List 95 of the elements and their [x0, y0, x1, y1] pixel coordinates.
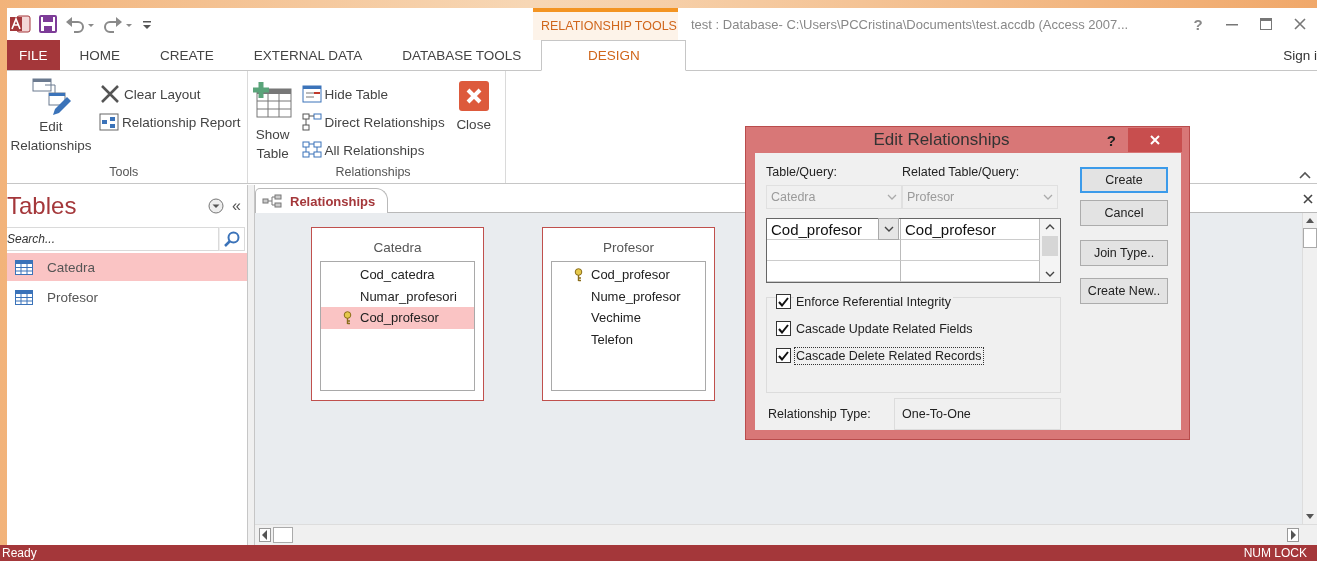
table-title: Catedra — [373, 240, 422, 255]
status-text: Ready — [2, 545, 37, 561]
grid-diagram-icon — [301, 141, 322, 159]
sign-in-link[interactable]: Sign i — [1283, 47, 1317, 63]
scrollbar-thumb[interactable] — [1303, 228, 1317, 248]
ribbon-tab[interactable]: FILE — [7, 40, 60, 70]
ribbon-command[interactable]: Show Table — [247, 75, 298, 165]
dialog-button[interactable]: Create — [1080, 167, 1168, 193]
vertical-scrollbar[interactable] — [1040, 219, 1060, 282]
field-item[interactable]: Cod_profesor — [552, 264, 705, 286]
key-icon — [574, 267, 583, 282]
ribbon-tab[interactable]: EXTERNAL DATA — [233, 40, 383, 70]
grid-cell[interactable] — [767, 261, 901, 282]
x-icon — [99, 83, 121, 105]
table-window[interactable]: Catedra Cod_catedra Numar_profesori Cod_profesor — [311, 227, 484, 401]
field-item[interactable]: Cod_catedra — [321, 264, 474, 286]
scrollbar-thumb[interactable] — [273, 527, 293, 543]
checkbox[interactable] — [776, 348, 791, 363]
redo-icon[interactable] — [103, 15, 133, 33]
table-title: Profesor — [603, 240, 654, 255]
ribbon-tab[interactable]: DESIGN — [541, 40, 687, 71]
horizontal-scrollbar[interactable] — [255, 524, 1317, 545]
search-field[interactable]: Search... — [7, 227, 219, 251]
dialog-button[interactable]: Create New.. — [1080, 278, 1168, 304]
check-icon — [778, 350, 789, 361]
undo-icon[interactable] — [65, 15, 95, 33]
window-title: test : Database- C:\Users\PCCristina\Documents\test.accdb (Access 2007... — [691, 16, 1129, 32]
report-icon — [99, 113, 119, 131]
caret-icon[interactable] — [1299, 171, 1311, 179]
close-icon[interactable] — [1303, 193, 1313, 204]
grid-cell[interactable]: Cod_profesor — [767, 219, 901, 240]
field-item[interactable]: Numar_profesori — [321, 285, 474, 307]
check-icon — [778, 296, 789, 307]
search-button[interactable] — [219, 227, 245, 251]
help-button[interactable]: ? — [1106, 131, 1116, 149]
save-icon[interactable] — [39, 15, 57, 33]
field-item[interactable]: Vechime — [552, 307, 705, 329]
close-icon — [1294, 18, 1306, 30]
relationship-type-value: One-To-One — [894, 398, 1061, 430]
table-icon — [15, 289, 33, 305]
close-icon — [458, 81, 489, 111]
pane-title: Tables — [7, 192, 78, 220]
ribbon-tab[interactable]: HOME — [59, 40, 140, 70]
diagram-icon — [301, 113, 322, 131]
field-label: Table/Query: — [766, 165, 838, 181]
contextual-tab-header: RELATIONSHIP TOOLS — [533, 8, 678, 40]
group-label: Tools — [109, 165, 139, 181]
close-icon — [1150, 135, 1160, 145]
tables-pencil-icon — [31, 77, 71, 117]
document-tab[interactable]: Relationships — [255, 188, 389, 213]
ribbon-tab[interactable]: DATABASE TOOLS — [382, 40, 542, 70]
ribbon-command[interactable]: Direct Relationships — [301, 111, 445, 133]
ribbon-command[interactable]: Hide Table — [301, 83, 445, 105]
status-indicator: NUM LOCK — [1243, 545, 1307, 561]
checkbox-label: Cascade Delete Related Records — [794, 346, 984, 365]
field-label: Relationship Type: — [767, 407, 872, 421]
table-icon — [15, 259, 33, 275]
dialog-button[interactable]: Join Type.. — [1080, 240, 1168, 266]
ribbon-command[interactable]: Clear Layout — [99, 83, 241, 105]
nav-item[interactable]: Catedra — [7, 253, 247, 281]
down-arrow-icon — [1305, 513, 1315, 521]
nav-item[interactable]: Profesor — [7, 283, 247, 311]
up-arrow-icon — [1305, 216, 1315, 224]
help-button[interactable]: ? — [1181, 12, 1215, 36]
ribbon-command[interactable]: Edit Relationships — [7, 75, 95, 157]
checkbox[interactable] — [776, 294, 791, 309]
search-icon — [224, 231, 240, 247]
group-label: Relationships — [335, 165, 411, 181]
field-item[interactable]: Telefon — [552, 328, 705, 350]
relationships-icon — [262, 194, 282, 208]
table-plus-icon — [252, 81, 293, 121]
check-icon — [778, 323, 789, 334]
table-icon — [301, 85, 322, 103]
collapse-button[interactable]: « — [232, 197, 241, 215]
ribbon-tab[interactable]: CREATE — [140, 40, 234, 70]
chevron-down-icon — [887, 194, 897, 200]
dropdown-button[interactable] — [878, 218, 899, 240]
vertical-scrollbar[interactable] — [1302, 213, 1317, 524]
close-button[interactable] — [1128, 128, 1182, 152]
field-item[interactable]: Nume_profesor — [552, 285, 705, 307]
field-label: Related Table/Query: — [902, 165, 1020, 181]
dialog-button[interactable]: Cancel — [1080, 200, 1168, 226]
maximize-icon — [1260, 18, 1272, 30]
dialog-title: Edit Relationships — [872, 130, 1011, 150]
ribbon-command[interactable]: Relationship Report — [99, 111, 241, 133]
ribbon-command[interactable]: Close — [448, 75, 499, 136]
ribbon-command[interactable]: All Relationships — [301, 139, 445, 161]
grid-cell[interactable] — [767, 240, 901, 261]
table-window[interactable]: Profesor Cod_profesor Nume_profesor Vechime Telefon — [542, 227, 715, 401]
field-item[interactable]: Cod_profesor — [321, 307, 474, 329]
chevron-down-icon — [1043, 194, 1053, 200]
chevron-down-icon — [883, 226, 894, 232]
checkbox[interactable] — [776, 321, 791, 336]
chevron-circle-icon[interactable] — [208, 198, 225, 214]
key-icon — [343, 310, 352, 325]
